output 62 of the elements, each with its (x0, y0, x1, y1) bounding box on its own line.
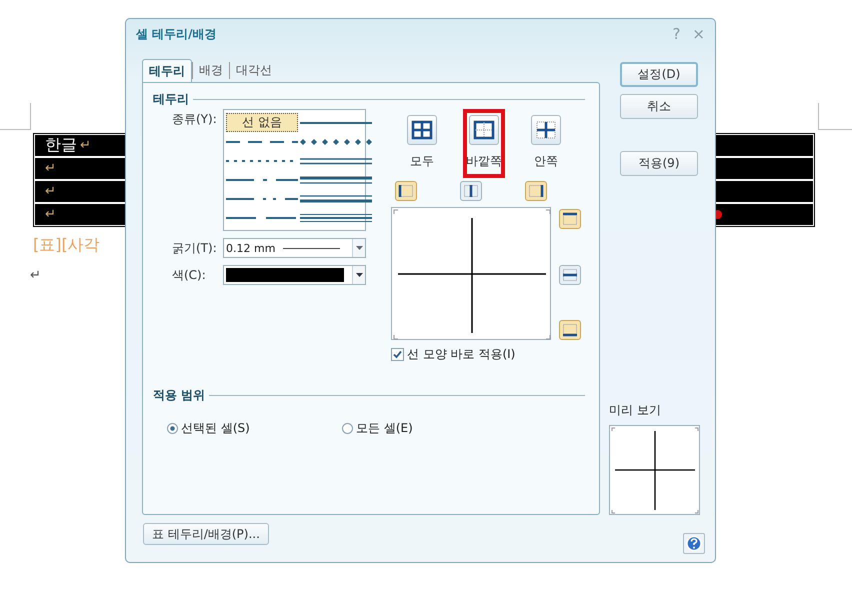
preset-label: 모두 (410, 153, 434, 170)
paragraph-mark: ↵ (80, 138, 91, 153)
line-style-icon (300, 194, 372, 204)
dialog-button[interactable]: 설정(D) (620, 62, 698, 87)
field-label: 굵기(T): (171, 240, 218, 257)
check-icon (392, 349, 403, 360)
paragraph-mark: ↵ (30, 268, 41, 283)
checkbox[interactable] (391, 348, 404, 361)
border-side-icon (463, 184, 479, 198)
edge-border-button[interactable] (460, 181, 482, 201)
border-side-icon (398, 184, 414, 198)
table-border-button[interactable]: 표 테두리/배경(P)... (143, 523, 269, 545)
border-side-icon (528, 184, 544, 198)
edge-border-button[interactable] (559, 320, 581, 340)
border-preset-button[interactable] (531, 115, 561, 145)
line-style-icon (300, 174, 372, 184)
preset-label: 바깥쪽 (466, 153, 502, 170)
border-side-icon (562, 323, 578, 337)
border-preset-button[interactable] (407, 115, 437, 145)
line-style-icon (300, 136, 372, 146)
object-caption: [표][사각 (33, 235, 100, 256)
paragraph-mark: ↵ (45, 184, 56, 199)
help-icon[interactable] (683, 533, 705, 554)
tab[interactable]: 배경 (192, 62, 229, 79)
field-label: 색(C): (171, 267, 207, 284)
thickness-dropdown[interactable]: 0.12 mm (223, 238, 366, 258)
field-label: 종류(Y): (171, 111, 218, 128)
section-title: 적용 범위 (153, 387, 206, 404)
cell-text: 한글 (45, 135, 77, 156)
tab[interactable]: 테두리 (142, 59, 192, 83)
page-corner-mark (818, 103, 852, 130)
line-style-icon (300, 212, 372, 222)
radio-button[interactable] (167, 423, 178, 434)
border-side-icon (562, 268, 578, 282)
checkbox-label: 선 모양 바로 적용(I) (407, 346, 516, 363)
tab[interactable]: 대각선 (229, 62, 278, 79)
window-title: 셀 테두리/배경 (136, 26, 217, 42)
line-style-option[interactable]: 선 없음 (226, 113, 298, 132)
paragraph-mark: ↵ (45, 161, 56, 176)
dropdown-arrow-icon (356, 246, 362, 250)
edge-border-button[interactable] (395, 181, 417, 201)
dropdown-arrow-icon (356, 273, 362, 277)
edge-border-button[interactable] (559, 264, 581, 284)
color-dropdown[interactable] (223, 265, 366, 285)
radio-label: 모든 셀(E) (356, 420, 413, 437)
dialog-button[interactable]: 적용(9) (620, 151, 698, 176)
line-style-icon (300, 156, 372, 166)
paragraph-mark: ↵ (45, 207, 56, 222)
border-grid-icon (535, 120, 557, 140)
radio-label: 선택된 셀(S) (181, 420, 250, 437)
edge-border-button[interactable] (559, 209, 581, 229)
preview-label: 미리 보기 (609, 402, 662, 419)
radio-button[interactable] (342, 423, 353, 434)
border-preset-button[interactable] (469, 115, 499, 145)
border-grid-icon (411, 120, 433, 140)
preset-label: 안쪽 (534, 153, 558, 170)
dialog-button[interactable]: 취소 (620, 94, 698, 119)
page-corner-mark (0, 103, 31, 130)
edge-border-button[interactable] (525, 181, 547, 201)
border-grid-icon (473, 120, 495, 140)
section-title: 테두리 (153, 91, 189, 108)
border-side-icon (562, 212, 578, 226)
